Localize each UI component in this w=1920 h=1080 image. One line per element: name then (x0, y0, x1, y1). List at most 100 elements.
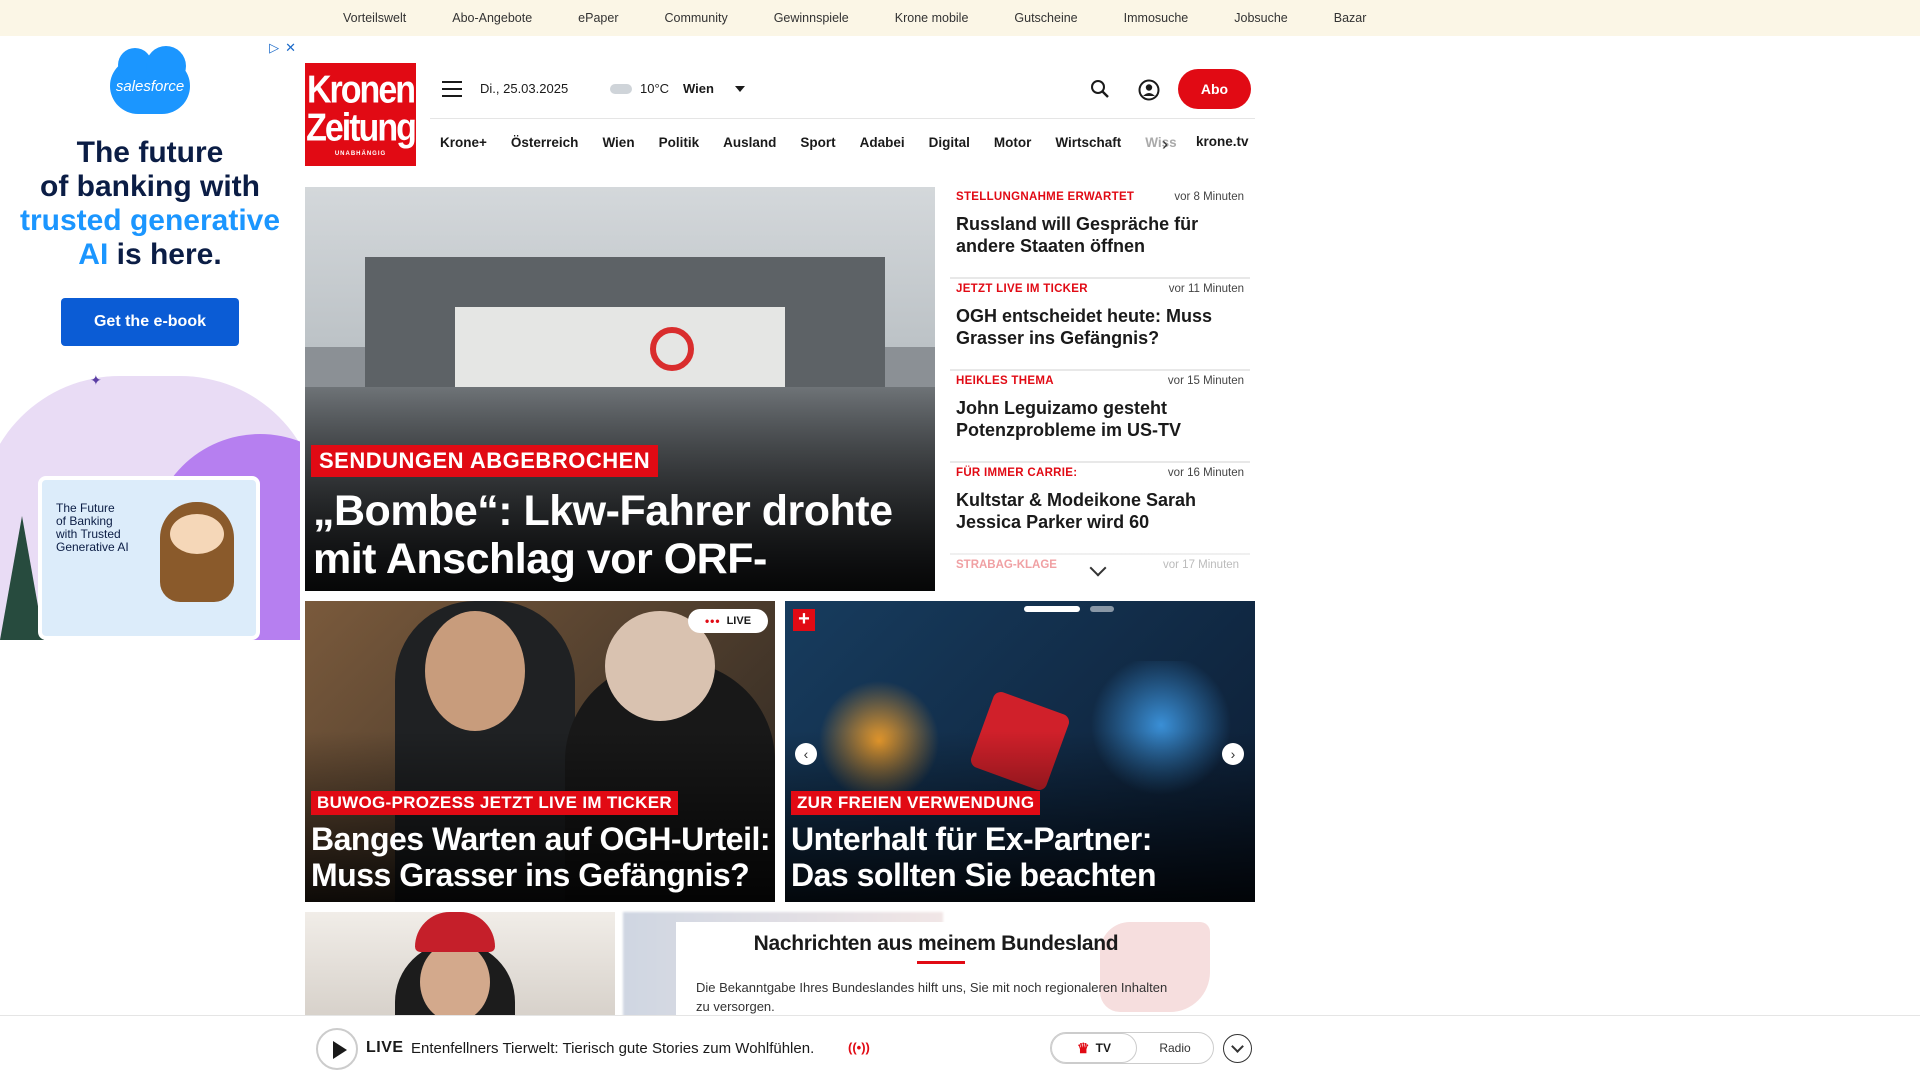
cloud-icon (610, 84, 632, 94)
topbar-link-krone-mobile[interactable]: Krone mobile (895, 11, 969, 25)
ad-choices[interactable]: ▷ ✕ (269, 40, 296, 56)
news-time: vor 8 Minuten (1174, 191, 1244, 203)
topbar-link-jobsuche[interactable]: Jobsuche (1234, 11, 1288, 25)
carousel-dot-active[interactable] (1024, 606, 1080, 612)
nav-item-wissen[interactable]: Wiss (1145, 135, 1176, 150)
nav-item-wien[interactable]: Wien (602, 135, 634, 150)
news-title[interactable]: Russland will Gespräche für andere Staat… (956, 213, 1241, 257)
article-card-buwog[interactable]: ••• LIVE BUWOG-PROZESS JETZT LIVE IM TIC… (305, 601, 775, 902)
top-utility-links: Vorteilswelt Abo-Angebote ePaper Communi… (343, 0, 1412, 36)
ad-close-icon[interactable]: ✕ (285, 40, 296, 56)
news-item[interactable]: FÜR IMMER CARRIE: vor 16 Minuten Kultsta… (950, 463, 1250, 555)
topbar-link-gutscheine[interactable]: Gutscheine (1014, 11, 1077, 25)
carousel-prev-icon[interactable]: ‹ (795, 743, 817, 765)
news-title[interactable]: Kultstar & Modeikone Sarah Jessica Parke… (956, 489, 1241, 533)
carousel-next-icon[interactable]: › (1222, 743, 1244, 765)
news-kicker: HEIKLES THEMA (956, 375, 1054, 387)
news-time: vor 15 Minuten (1167, 375, 1244, 387)
nav-item-oesterreich[interactable]: Österreich (511, 135, 579, 150)
top-utility-bar: Vorteilswelt Abo-Angebote ePaper Communi… (0, 0, 1920, 36)
search-icon[interactable] (1090, 79, 1110, 99)
krone-plus-badge: + (793, 609, 815, 631)
topbar-link-bazar[interactable]: Bazar (1334, 11, 1367, 25)
article-card-unterhalt[interactable]: + ZUR FREIEN VERWENDUNG Unterhalt für Ex… (785, 601, 1255, 902)
news-item[interactable]: HEIKLES THEMA vor 15 Minuten John Leguiz… (950, 371, 1250, 463)
tv-label: TV (1095, 1041, 1111, 1055)
news-item[interactable]: JETZT LIVE IM TICKER vor 11 Minuten OGH … (950, 279, 1250, 371)
nav-scroll-right-icon[interactable]: › (1162, 134, 1168, 155)
chevron-down-icon[interactable] (1223, 1034, 1252, 1063)
nav-item-adabei[interactable]: Adabei (860, 135, 905, 150)
ad-headline-is-here: is here. (108, 238, 222, 271)
nav-item-politik[interactable]: Politik (659, 135, 700, 150)
topbar-link-immosuche[interactable]: Immosuche (1124, 11, 1189, 25)
header-divider (430, 118, 1255, 119)
live-badge-label: LIVE (726, 615, 752, 627)
tv-toggle-option[interactable]: ♛ TV (1051, 1033, 1137, 1063)
menu-icon[interactable] (442, 81, 462, 97)
temperature: 10°C (640, 81, 670, 96)
topbar-link-community[interactable]: Community (664, 11, 727, 25)
news-kicker: JETZT LIVE IM TICKER (956, 283, 1088, 295)
card-kicker: BUWOG-PROZESS JETZT LIVE IM TICKER (311, 791, 678, 815)
ad-choices-icon[interactable]: ▷ (269, 40, 279, 56)
logo-line-2: Zeitung (306, 106, 417, 150)
logo-tagline: UNABHÄNGIG (334, 151, 387, 157)
ad-headline: The future of banking with trusted gener… (0, 136, 300, 272)
play-icon[interactable] (316, 1028, 358, 1070)
account-icon[interactable] (1138, 79, 1160, 101)
news-kicker: STELLUNGNAHME ERWARTET (956, 191, 1135, 203)
live-program-title[interactable]: Entenfellners Tierwelt: Tierisch gute St… (411, 1040, 814, 1057)
kronen-zeitung-logo[interactable]: Kronen Zeitung UNABHÄNGIG (305, 63, 417, 166)
orf-logo-icon (650, 327, 694, 371)
hero-headline[interactable]: „Bombe“: Lkw-Fahrer drohte mit Anschlag … (313, 487, 923, 591)
card-headline[interactable]: Unterhalt für Ex-Partner: Das sollten Si… (791, 821, 1251, 893)
ad-headline-line-2: of banking with (40, 170, 260, 203)
tv-radio-toggle: ♛ TV Radio (1050, 1032, 1214, 1064)
thumbnail-red-cap (415, 912, 495, 952)
nav-item-wirtschaft[interactable]: Wirtschaft (1055, 135, 1121, 150)
news-title[interactable]: OGH entscheidet heute: Muss Grasser ins … (956, 305, 1241, 349)
news-item[interactable]: STELLUNGNAHME ERWARTET vor 8 Minuten Rus… (950, 187, 1250, 279)
abo-button[interactable]: Abo (1178, 69, 1251, 109)
carousel-dot[interactable] (1090, 606, 1114, 612)
salesforce-logo: salesforce (110, 46, 190, 114)
salesforce-ad-banner[interactable]: ▷ ✕ salesforce The future of banking wit… (0, 36, 300, 640)
astro-mascot-face (170, 514, 224, 554)
news-time: vor 16 Minuten (1167, 467, 1244, 479)
card-headline-line-1: Unterhalt für Ex-Partner: (791, 821, 1152, 857)
nav-item-sport[interactable]: Sport (800, 135, 835, 150)
ad-headline-line-1: The future (76, 136, 224, 169)
ad-headline-line-3: trusted generative (19, 204, 281, 237)
news-kicker: FÜR IMMER CARRIE: (956, 467, 1078, 479)
topbar-link-epaper[interactable]: ePaper (578, 11, 618, 25)
carousel-indicator (1024, 606, 1114, 612)
card-headline-line-2: Muss Grasser ins Gefängnis? (311, 857, 750, 893)
topbar-link-gewinnspiele[interactable]: Gewinnspiele (774, 11, 849, 25)
topbar-link-abo-angebote[interactable]: Abo-Angebote (452, 11, 532, 25)
hero-kicker: SENDUNGEN ABGEBROCHEN (311, 445, 659, 477)
chevron-down-icon[interactable] (735, 86, 745, 92)
news-title[interactable]: John Leguizamo gesteht Potenzprobleme im… (956, 397, 1241, 441)
hero-article[interactable]: SENDUNGEN ABGEBROCHEN „Bombe“: Lkw-Fahre… (305, 187, 935, 591)
live-dots-icon: ••• (704, 614, 721, 628)
topbar-link-vorteilswelt[interactable]: Vorteilswelt (343, 11, 406, 25)
ad-card-line-4: Generative AI (56, 540, 129, 554)
news-more-kicker: STRABAG-KLAGE (956, 559, 1057, 571)
news-more-time: vor 17 Minuten (1163, 559, 1240, 571)
butterfly-icon: ✦ (90, 372, 102, 388)
thumbnail-face (420, 942, 490, 1022)
nav-item-digital[interactable]: Digital (929, 135, 970, 150)
card-headline-line-2: Das sollten Sie beachten (791, 857, 1157, 893)
city-selector[interactable]: Wien (683, 81, 714, 96)
card-headline-line-1: Banges Warten auf OGH-Urteil: (311, 821, 771, 857)
ad-get-ebook-button[interactable]: Get the e-book (61, 298, 239, 346)
nav-item-ausland[interactable]: Ausland (723, 135, 776, 150)
nav-item-krone-tv[interactable]: krone.tv (1196, 134, 1249, 149)
radio-toggle-option[interactable]: Radio (1137, 1033, 1213, 1063)
nav-item-motor[interactable]: Motor (994, 135, 1032, 150)
card-headline[interactable]: Banges Warten auf OGH-Urteil: Muss Grass… (311, 821, 771, 893)
ad-headline-line-4: AI is here. (0, 238, 300, 272)
live-player-bar (0, 1015, 1920, 1080)
nav-item-krone-plus[interactable]: Krone+ (440, 135, 487, 150)
